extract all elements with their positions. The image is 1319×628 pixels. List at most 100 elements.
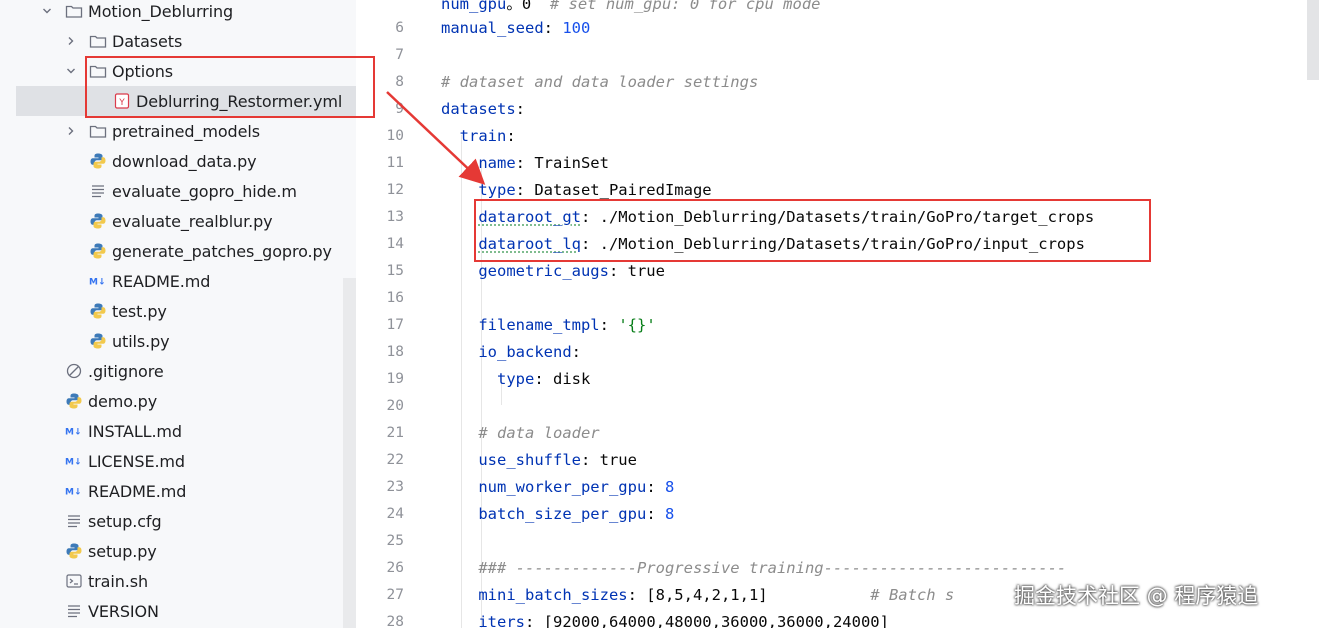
- code-line[interactable]: 23 num_worker_per_gpu: 8: [356, 476, 1319, 503]
- folder-icon: [64, 1, 84, 21]
- code-line[interactable]: 11 name: TrainSet: [356, 152, 1319, 179]
- code-line[interactable]: 28 iters: [92000,64000,48000,36000,36000…: [356, 611, 1319, 628]
- code-text: # data loader: [441, 424, 600, 442]
- tree-item[interactable]: setup.cfg: [0, 506, 356, 536]
- code-token: use_shuffle: [478, 451, 581, 469]
- code-text: use_shuffle: true: [441, 451, 637, 469]
- code-text: train:: [441, 127, 516, 145]
- code-text: io_backend:: [441, 343, 581, 361]
- code-text: mini_batch_sizes: [8,5,4,2,1,1] # Batch …: [441, 586, 954, 604]
- tree-item[interactable]: setup.py: [0, 536, 356, 566]
- code-token: : true: [608, 262, 665, 280]
- code-text: iters: [92000,64000,48000,36000,36000,24…: [441, 613, 889, 628]
- tree-item[interactable]: evaluate_gopro_hide.m: [0, 176, 356, 206]
- code-editor[interactable]: num_gpu。0 # set num_gpu: 0 for cpu mode 6…: [356, 0, 1319, 628]
- tree-item[interactable]: test.py: [0, 296, 356, 326]
- code-token: # dataset and data loader settings: [441, 73, 759, 91]
- line-number: 16: [386, 290, 404, 306]
- code-line[interactable]: 24 batch_size_per_gpu: 8: [356, 503, 1319, 530]
- code-text: num_gpu。0 # set num_gpu: 0 for cpu mode: [441, 0, 820, 14]
- tree-item[interactable]: .gitignore: [0, 356, 356, 386]
- code-line[interactable]: 9 datasets:: [356, 98, 1319, 125]
- tree-item[interactable]: utils.py: [0, 326, 356, 356]
- tree-item-label: setup.cfg: [88, 511, 162, 531]
- tree-item[interactable]: M↓ README.md: [0, 266, 356, 296]
- tree-item-label: README.md: [112, 271, 211, 291]
- code-line[interactable]: 8 # dataset and data loader settings: [356, 71, 1319, 98]
- svg-text:M↓: M↓: [65, 427, 82, 437]
- code-token: io_backend: [478, 343, 572, 361]
- code-text: batch_size_per_gpu: 8: [441, 505, 674, 523]
- line-number: 25: [386, 533, 404, 549]
- chevron-down-icon[interactable]: [64, 56, 78, 86]
- tree-item[interactable]: M↓ README.md: [0, 476, 356, 506]
- code-line[interactable]: 16: [356, 287, 1319, 314]
- code-text: type: Dataset_PairedImage: [441, 181, 711, 199]
- tree-item-label: pretrained_models: [112, 121, 260, 141]
- text-file-icon: [64, 511, 84, 531]
- code-line[interactable]: 20: [356, 395, 1319, 422]
- python-file-icon: [88, 211, 108, 231]
- chevron-down-icon[interactable]: [40, 0, 54, 26]
- code-token: datasets: [441, 100, 516, 118]
- tree-item[interactable]: generate_patches_gopro.py: [0, 236, 356, 266]
- python-file-icon: [88, 301, 108, 321]
- line-number: 11: [386, 155, 404, 171]
- code-token: :: [543, 19, 563, 37]
- code-line[interactable]: 25: [356, 530, 1319, 557]
- chevron-right-icon[interactable]: [64, 26, 78, 56]
- options-highlight-box: [85, 56, 375, 118]
- tree-item[interactable]: VERSION: [0, 596, 356, 626]
- tree-item[interactable]: pretrained_models: [0, 116, 356, 146]
- code-line[interactable]: 15 geometric_augs: true: [356, 260, 1319, 287]
- line-number: 13: [386, 209, 404, 225]
- tree-item[interactable]: M↓ LICENSE.md: [0, 446, 356, 476]
- code-token: 0: [521, 0, 532, 13]
- code-token: : TrainSet: [515, 154, 609, 172]
- tree-item-label: evaluate_gopro_hide.m: [112, 181, 297, 201]
- python-file-icon: [88, 241, 108, 261]
- tree-scrollbar[interactable]: [343, 278, 356, 628]
- code-token: type: [478, 181, 516, 199]
- line-number: 21: [386, 425, 404, 441]
- line-number: 12: [386, 182, 404, 198]
- code-token: : [92000,64000,48000,36000,36000,24000]: [525, 613, 889, 628]
- tree-item[interactable]: demo.py: [0, 386, 356, 416]
- code-line[interactable]: 19 type: disk: [356, 368, 1319, 395]
- code-token: geometric_augs: [478, 262, 609, 280]
- tree-item[interactable]: download_data.py: [0, 146, 356, 176]
- line-number: 14: [386, 236, 404, 252]
- code-line[interactable]: 22 use_shuffle: true: [356, 449, 1319, 476]
- line-number: 10: [386, 128, 404, 144]
- tree-item[interactable]: Motion_Deblurring: [0, 0, 356, 26]
- markdown-file-icon: M↓: [64, 481, 84, 501]
- tree-item[interactable]: evaluate_realblur.py: [0, 206, 356, 236]
- code-token: # data loader: [478, 424, 600, 442]
- line-number: 27: [386, 587, 404, 603]
- tree-item-label: train.sh: [88, 571, 149, 591]
- chevron-right-icon[interactable]: [64, 116, 78, 146]
- tree-item[interactable]: M↓ INSTALL.md: [0, 416, 356, 446]
- code-line[interactable]: 7: [356, 44, 1319, 71]
- code-line[interactable]: 18 io_backend:: [356, 341, 1319, 368]
- folder-icon: [88, 121, 108, 141]
- tree-item[interactable]: Datasets: [0, 26, 356, 56]
- python-file-icon: [88, 331, 108, 351]
- code-token: # Batch s: [870, 586, 955, 604]
- code-token: mini_batch_sizes: [478, 586, 628, 604]
- code-line[interactable]: num_gpu。0 # set num_gpu: 0 for cpu mode: [356, 0, 1319, 17]
- code-line[interactable]: 21 # data loader: [356, 422, 1319, 449]
- code-line[interactable]: 6 manual_seed: 100: [356, 17, 1319, 44]
- code-token: '{}': [618, 316, 656, 334]
- code-line[interactable]: 10 train:: [356, 125, 1319, 152]
- tree-item[interactable]: train.sh: [0, 566, 356, 596]
- code-line[interactable]: 17 filename_tmpl: '{}': [356, 314, 1319, 341]
- svg-text:M↓: M↓: [89, 277, 106, 287]
- code-text: num_worker_per_gpu: 8: [441, 478, 674, 496]
